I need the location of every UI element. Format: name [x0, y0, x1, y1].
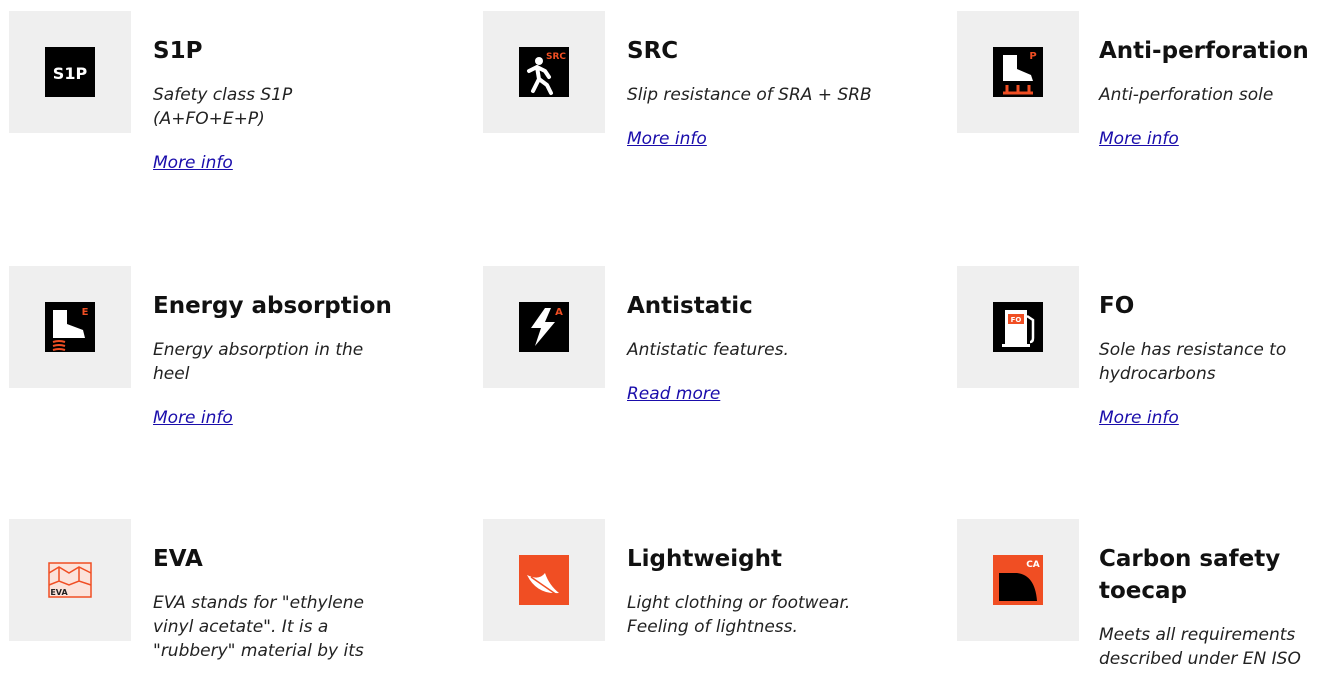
feature-description: EVA stands for "ethylene vinyl acetate".… [153, 593, 364, 661]
energy-absorption-boot-icon: E [45, 302, 95, 352]
feature-title: Energy absorption [153, 293, 392, 319]
feature-content: S1P Safety class S1P (A+FO+E+P) More inf… [153, 11, 403, 175]
feature-content: SRC Slip resistance of SRA + SRB More in… [627, 11, 895, 151]
feature-title: Lightweight [627, 546, 782, 572]
eva-icon-label: EVA [50, 588, 68, 597]
feature-content: EVA EVA stands for "ethylene vinyl aceta… [153, 519, 403, 663]
feature-icon-box: S1P [9, 11, 131, 133]
feature-description: Sole has resistance to hydrocarbons [1099, 340, 1287, 384]
feature-icon-box: SRC [483, 11, 605, 133]
feature-content: Antistatic Antistatic features. Read mor… [627, 266, 895, 406]
more-info-link[interactable]: More info [153, 151, 233, 175]
feature-title: Carbon safety toecap [1099, 546, 1281, 604]
feature-title: Antistatic [627, 293, 753, 319]
s1p-icon-label: S1P [53, 64, 88, 83]
feature-description: Meets all requirements described under E… [1099, 625, 1301, 669]
feature-icon-box: A [483, 266, 605, 388]
feature-content: Energy absorption Energy absorption in t… [153, 266, 403, 430]
feature-content: FO Sole has resistance to hydrocarbons M… [1099, 266, 1329, 430]
feature-icon-box: E [9, 266, 131, 388]
feature-title: FO [1099, 293, 1135, 319]
feature-content: Carbon safety toecap Meets all requireme… [1099, 519, 1329, 671]
feather-icon [519, 555, 569, 605]
s1p-icon: S1P [45, 47, 95, 97]
feature-icon-box: CA [957, 519, 1079, 641]
feature-description: Energy absorption in the heel [153, 340, 364, 384]
feature-description: Light clothing or footwear. Feeling of l… [627, 593, 851, 637]
src-slip-icon: SRC [519, 47, 569, 97]
fuel-pump-icon: FO [993, 302, 1043, 352]
read-more-link[interactable]: Read more [627, 382, 720, 406]
feature-grid: S1P S1P Safety class S1P (A+FO+E+P) More… [0, 0, 1329, 684]
more-info-link[interactable]: More info [1099, 127, 1179, 151]
p-icon-label: P [1029, 51, 1036, 62]
src-icon-label: SRC [546, 52, 566, 62]
feature-description: Antistatic features. [627, 340, 789, 360]
a-icon-label: A [555, 307, 563, 318]
carbon-toecap-icon: CA [993, 555, 1043, 605]
more-info-link[interactable]: More info [153, 406, 233, 430]
e-icon-label: E [82, 307, 89, 318]
fo-icon-label: FO [1011, 316, 1022, 324]
ca-icon-label: CA [1026, 560, 1040, 570]
feature-title: S1P [153, 38, 203, 64]
anti-perforation-boot-icon: P [993, 47, 1043, 97]
feature-icon-box: FO [957, 266, 1079, 388]
antistatic-bolt-icon: A [519, 302, 569, 352]
feature-icon-box: EVA [9, 519, 131, 641]
eva-foam-icon: EVA [48, 562, 92, 598]
feature-icon-box: P [957, 11, 1079, 133]
feature-description: Anti-perforation sole [1099, 85, 1274, 105]
feature-content: Lightweight Light clothing or footwear. … [627, 519, 895, 639]
feature-title: EVA [153, 546, 203, 572]
feature-icon-box [483, 519, 605, 641]
feature-description: Slip resistance of SRA + SRB [627, 85, 872, 105]
more-info-link[interactable]: More info [627, 127, 707, 151]
feature-description: Safety class S1P (A+FO+E+P) [153, 85, 293, 129]
feature-title: SRC [627, 38, 679, 64]
more-info-link[interactable]: More info [1099, 406, 1179, 430]
feature-content: Anti-perforation Anti-perforation sole M… [1099, 11, 1329, 151]
feature-title: Anti-perforation [1099, 38, 1309, 64]
